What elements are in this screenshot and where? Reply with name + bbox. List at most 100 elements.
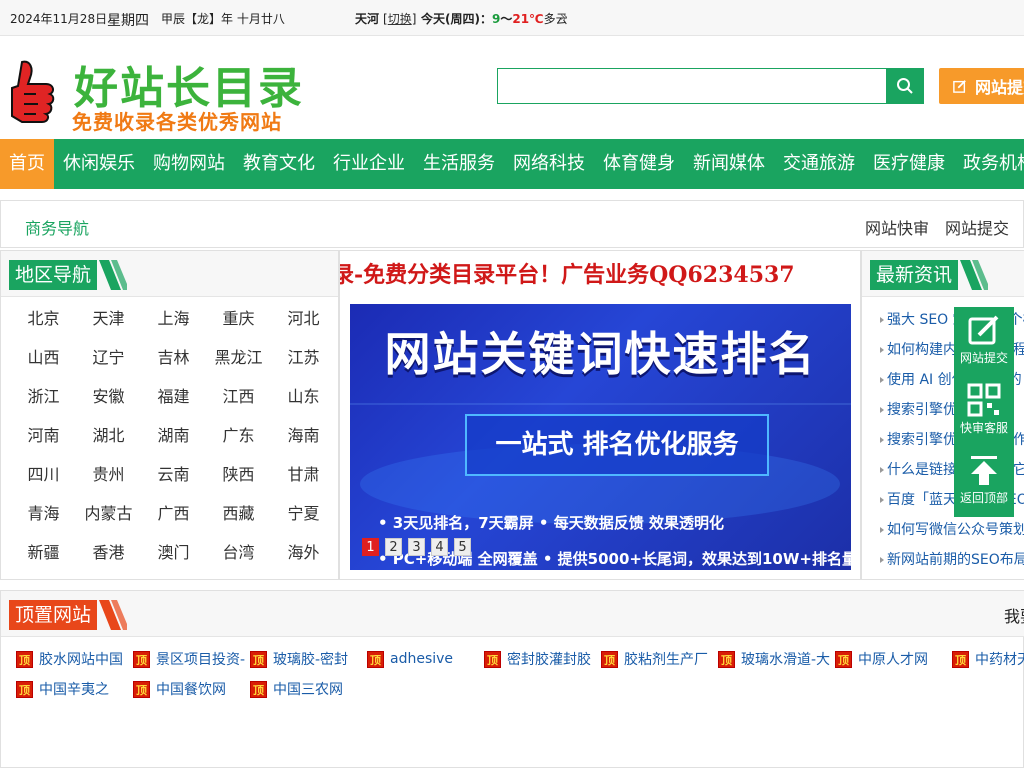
top-site-label: 胶水网站中国 bbox=[39, 652, 123, 668]
float-site-submit[interactable]: 网站提交 bbox=[954, 307, 1014, 377]
search-button[interactable] bbox=[886, 68, 924, 104]
slider-dot-4[interactable]: 4 bbox=[431, 538, 448, 556]
region-city-link[interactable]: 河北 bbox=[271, 301, 336, 340]
top-sites-title: 顶置网站 bbox=[9, 600, 98, 630]
top-site-item[interactable]: 顶中药材天 bbox=[952, 649, 1024, 669]
region-city-link[interactable]: 西藏 bbox=[206, 496, 271, 535]
city-switch-link[interactable]: 切换 bbox=[388, 12, 412, 26]
weather-today-label: 今天(周四)： bbox=[421, 12, 492, 26]
weather-today: 今天(周四)：9～21℃多云 bbox=[421, 10, 568, 27]
pinned-badge-icon: 顶 bbox=[16, 680, 33, 698]
nav-item-government[interactable]: 政务机构 bbox=[954, 139, 1024, 189]
region-city-link[interactable]: 湖南 bbox=[141, 418, 206, 457]
top-site-item[interactable]: 顶中原人才网 bbox=[835, 649, 952, 669]
region-city-link[interactable]: 江西 bbox=[206, 379, 271, 418]
nav-item-news-media[interactable]: 新闻媒体 bbox=[684, 139, 774, 189]
banner-line-1: • 3天见排名，7天霸屏 • 每天数据反馈 效果透明化 bbox=[378, 514, 724, 532]
top-site-item[interactable]: 顶玻璃胶-密封 bbox=[250, 649, 367, 669]
nav-item-travel[interactable]: 交通旅游 bbox=[774, 139, 864, 189]
region-city-link[interactable]: 山东 bbox=[271, 379, 336, 418]
edit-icon bbox=[968, 315, 999, 345]
region-city-link[interactable]: 天津 bbox=[76, 301, 141, 340]
latest-news-title: 最新资讯 bbox=[870, 260, 959, 290]
stripe-decoration-icon bbox=[960, 260, 988, 290]
region-city-link[interactable]: 贵州 bbox=[76, 457, 141, 496]
float-back-to-top-label: 返回顶部 bbox=[959, 491, 1008, 505]
search-input[interactable] bbox=[497, 68, 887, 104]
nav-item-tech[interactable]: 网络科技 bbox=[504, 139, 594, 189]
region-city-link[interactable]: 辽宁 bbox=[76, 340, 141, 379]
region-city-link[interactable]: 甘肃 bbox=[271, 457, 336, 496]
region-city-link[interactable]: 湖北 bbox=[76, 418, 141, 457]
region-city-link[interactable]: 广东 bbox=[206, 418, 271, 457]
region-city-link[interactable]: 陕西 bbox=[206, 457, 271, 496]
nav-item-sports[interactable]: 体育健身 bbox=[594, 139, 684, 189]
region-city-link[interactable]: 北京 bbox=[11, 301, 76, 340]
business-nav-link[interactable]: 商务导航 bbox=[25, 215, 89, 239]
slider-dot-5[interactable]: 5 bbox=[454, 538, 471, 556]
nav-item-shopping[interactable]: 购物网站 bbox=[144, 139, 234, 189]
region-city-link[interactable]: 广西 bbox=[141, 496, 206, 535]
region-city-link[interactable]: 山西 bbox=[11, 340, 76, 379]
announcement-marquee: 好站长目录-免费分类目录平台！广告业务QQ6234537 bbox=[340, 257, 860, 291]
top-site-item[interactable]: 顶玻璃水滑道-大 bbox=[718, 649, 835, 669]
nav-item-industry[interactable]: 行业企业 bbox=[324, 139, 414, 189]
region-nav-panel: 地区导航 北京 天津 上海 重庆 河北 山西 辽宁 吉林 黑龙江 江苏 浙江 安徽 福建 江西 山东 河南 湖北… bbox=[0, 250, 339, 580]
double-chevron-right-icon[interactable]: » bbox=[560, 10, 568, 25]
region-city-link[interactable]: 台湾 bbox=[206, 535, 271, 574]
top-site-item[interactable]: 顶胶粘剂生产厂 bbox=[601, 649, 718, 669]
region-city-link[interactable]: 河南 bbox=[11, 418, 76, 457]
top-sites-panel: 顶置网站 我要 顶胶水网站中国顶景区项目投资-顶玻璃胶-密封顶adhesive顶… bbox=[0, 590, 1024, 768]
region-city-link[interactable]: 澳门 bbox=[141, 535, 206, 574]
region-city-link[interactable]: 香港 bbox=[76, 535, 141, 574]
top-site-item[interactable]: 顶密封胶灌封胶 bbox=[484, 649, 601, 669]
top-sites-apply-link[interactable]: 我要 bbox=[1004, 603, 1024, 627]
top-site-item[interactable]: 顶中国辛夷之 bbox=[16, 679, 133, 699]
region-city-link[interactable]: 黑龙江 bbox=[206, 340, 271, 379]
current-date: 2024年11月28日 bbox=[10, 12, 108, 26]
slider-dot-3[interactable]: 3 bbox=[408, 538, 425, 556]
quick-review-link[interactable]: 网站快审 bbox=[865, 215, 929, 239]
region-city-link[interactable]: 福建 bbox=[141, 379, 206, 418]
region-city-link[interactable]: 安徽 bbox=[76, 379, 141, 418]
site-submit-link[interactable]: 网站提交 bbox=[945, 215, 1009, 239]
region-city-link[interactable]: 云南 bbox=[141, 457, 206, 496]
top-site-item[interactable]: 顶景区项目投资- bbox=[133, 649, 250, 669]
nav-item-education[interactable]: 教育文化 bbox=[234, 139, 324, 189]
news-item[interactable]: 新网站前期的SEO布局 bbox=[880, 545, 1024, 575]
top-site-item[interactable]: 顶胶水网站中国 bbox=[16, 649, 133, 669]
nav-item-life-services[interactable]: 生活服务 bbox=[414, 139, 504, 189]
region-city-link[interactable]: 吉林 bbox=[141, 340, 206, 379]
region-city-link[interactable]: 上海 bbox=[141, 301, 206, 340]
news-item[interactable]: 如何写微信公众号策划 bbox=[880, 515, 1024, 545]
region-city-link[interactable]: 青海 bbox=[11, 496, 76, 535]
promo-banner[interactable]: 网站关键词快速排名 一站式 排名优化服务 • 3天见排名，7天霸屏 • 每天数据… bbox=[350, 304, 851, 570]
float-review-service[interactable]: 快审客服 bbox=[954, 377, 1014, 447]
top-site-item[interactable]: 顶中国餐饮网 bbox=[133, 679, 250, 699]
float-back-to-top[interactable]: 返回顶部 bbox=[954, 447, 1014, 517]
top-site-label: 景区项目投资- bbox=[156, 652, 246, 668]
region-city-link[interactable]: 宁夏 bbox=[271, 496, 336, 535]
region-city-link[interactable]: 海外 bbox=[271, 535, 336, 574]
nav-item-entertainment[interactable]: 休闲娱乐 bbox=[54, 139, 144, 189]
region-city-link[interactable]: 新疆 bbox=[11, 535, 76, 574]
top-site-item[interactable]: 顶中国三农网 bbox=[250, 679, 367, 699]
top-site-label: adhesive bbox=[390, 651, 454, 667]
top-site-item[interactable]: 顶 adhesive bbox=[367, 649, 484, 669]
nav-item-home[interactable]: 首页 bbox=[0, 139, 54, 189]
site-logo[interactable]: 好站长目录 免费收录各类优秀网站 bbox=[8, 52, 328, 134]
region-city-link[interactable]: 内蒙古 bbox=[76, 496, 141, 535]
region-city-link[interactable]: 四川 bbox=[11, 457, 76, 496]
region-city-link[interactable]: 海南 bbox=[271, 418, 336, 457]
nav-item-health[interactable]: 医疗健康 bbox=[864, 139, 954, 189]
arrow-up-icon bbox=[971, 456, 997, 485]
region-city-link[interactable]: 浙江 bbox=[11, 379, 76, 418]
region-city-link[interactable]: 江苏 bbox=[271, 340, 336, 379]
search-icon bbox=[897, 78, 913, 94]
slider-dot-2[interactable]: 2 bbox=[385, 538, 402, 556]
slider-dot-1[interactable]: 1 bbox=[362, 538, 379, 556]
sub-nav-right: 网站快审 网站提交 bbox=[865, 215, 1009, 239]
site-submit-button[interactable]: 网站提交 bbox=[939, 68, 1024, 104]
weather-city: 天河 bbox=[355, 12, 380, 26]
region-city-link[interactable]: 重庆 bbox=[206, 301, 271, 340]
